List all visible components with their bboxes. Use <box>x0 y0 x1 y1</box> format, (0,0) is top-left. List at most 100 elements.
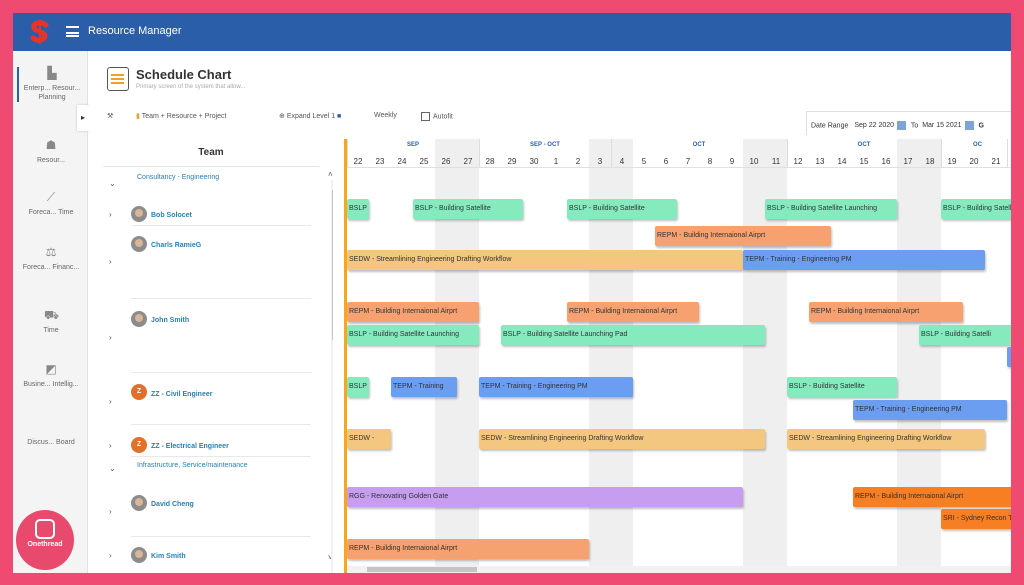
person-charls-ramieg[interactable]: Charls RamieG <box>151 242 201 249</box>
schedule-bar[interactable]: BSLP <box>347 377 369 397</box>
go-button[interactable]: G <box>978 122 983 129</box>
scrollbar-thumb[interactable] <box>332 190 333 340</box>
chevron-right-icon[interactable]: › <box>109 257 112 266</box>
schedule-bar[interactable]: REPM - Building Internaional Airprt <box>567 302 699 322</box>
chevron-right-icon[interactable]: › <box>109 507 112 516</box>
autofit-checkbox[interactable] <box>421 112 430 121</box>
sidebar-item-erp[interactable]: ▙ Enterp... Resour... Planning <box>17 67 85 102</box>
row-divider <box>131 536 311 537</box>
date-range-picker: Date Range Sep 22 2020 To Mar 15 2021 G <box>806 111 1011 135</box>
schedule-bar[interactable]: BSLP - Building Satelli <box>919 325 1011 345</box>
day-label: 23 <box>375 157 385 166</box>
collapse-sidebar-button[interactable]: ▸ <box>77 105 89 131</box>
day-column <box>677 139 699 573</box>
schedule-bar[interactable]: BSLP - Building Satellite <box>567 199 677 219</box>
date-to-field[interactable]: Mar 15 2021 <box>922 122 961 129</box>
sidebar-item-forecast-finance[interactable]: ⚖ Foreca... Financ... <box>17 246 85 272</box>
person-john-smith[interactable]: John Smith <box>151 317 189 324</box>
schedule-bar[interactable]: REPM - Building Internaional Airprt <box>809 302 963 322</box>
schedule-bar[interactable]: REPM - Building Internaional Airprt <box>655 226 831 246</box>
day-column <box>743 139 765 573</box>
horizontal-scrollbar[interactable] <box>347 566 1011 573</box>
chevron-right-icon[interactable]: › <box>109 333 112 342</box>
month-label: OC <box>973 142 982 148</box>
day-label: 4 <box>619 157 625 166</box>
row-divider <box>131 372 311 373</box>
group-by-icon: ▮ <box>136 113 140 120</box>
tools-icon[interactable]: ⚒ <box>107 112 113 120</box>
chevron-down-icon[interactable]: ⌄ <box>109 179 116 188</box>
calendar-icon[interactable] <box>964 121 974 130</box>
group-infrastructure: Infrastructure, Service/maintenance <box>137 462 248 469</box>
schedule-bar[interactable] <box>1007 347 1011 367</box>
schedule-bar[interactable]: BSLP - Building Satellite <box>413 199 523 219</box>
schedule-bar[interactable]: SEDW - Streamlining Engineering Drafting… <box>347 250 743 270</box>
schedule-bar[interactable]: BSLP <box>347 199 369 219</box>
expand-label: Expand Level 1 <box>286 113 336 120</box>
date-from-field[interactable]: Sep 22 2020 <box>854 122 894 129</box>
day-label: 14 <box>837 157 847 166</box>
scrollbar-thumb[interactable] <box>367 567 477 572</box>
schedule-bar[interactable]: SEDW - Streamlining Engineering Drafting… <box>787 429 985 449</box>
day-label: 3 <box>597 157 603 166</box>
view-selector[interactable]: Weekly <box>374 112 397 119</box>
schedule-bar[interactable]: TEPM - Training <box>391 377 457 397</box>
person-zz-electrical-engineer[interactable]: ZZ - Electrical Engineer <box>151 443 229 450</box>
sidebar: ▙ Enterp... Resour... Planning ☗ Resour...… <box>13 51 89 573</box>
people-icon: ☗ <box>45 138 57 152</box>
sidebar-item-label: Enterp... Resour... Planning <box>23 85 81 101</box>
day-label: 19 <box>947 157 957 166</box>
schedule-bar[interactable]: RGG - Renovating Golden Gate <box>347 487 743 507</box>
schedule-bar[interactable]: BSLP - Building Satellite Launching <box>347 325 479 345</box>
sidebar-item-time[interactable]: ⛟ Time <box>17 309 85 335</box>
sidebar-item-forecast-time[interactable]: ⟋ Foreca... Time <box>17 191 85 217</box>
sidebar-item-label: Resour... <box>36 157 65 164</box>
schedule-bar[interactable]: TEPM - Training - Engineering PM <box>479 377 633 397</box>
calendar-icon[interactable] <box>897 121 907 130</box>
chevron-right-icon[interactable]: › <box>109 551 112 560</box>
day-label: 28 <box>485 157 495 166</box>
person-kim-smith[interactable]: Kim Smith <box>151 553 186 560</box>
schedule-bar[interactable]: SEDW - <box>347 429 391 449</box>
group-by-selector[interactable]: ▮ Team + Resource + Project <box>136 112 227 120</box>
chevron-right-icon[interactable]: › <box>109 397 112 406</box>
expand-level-button[interactable]: ⊕ Expand Level 1 ■ <box>279 112 341 120</box>
schedule-bar[interactable]: TEPM - Training - Engineering PM <box>743 250 985 270</box>
autofit-toggle[interactable]: Autofit <box>421 112 453 121</box>
scroll-up-icon[interactable]: ˄ <box>328 170 333 179</box>
schedule-bar[interactable]: BSLP - Building Satelli <box>941 199 1011 219</box>
truck-icon: ⛟ <box>44 308 60 322</box>
sidebar-item-resources[interactable]: ☗ Resour... <box>17 139 85 165</box>
chevron-down-icon[interactable]: ⌄ <box>109 464 116 473</box>
sidebar-item-business-intelligence[interactable]: ◩ Busine... Intellig... <box>17 363 85 389</box>
schedule-bar[interactable]: REPM - Building Internaional Airprt <box>347 539 589 559</box>
avatar-initial: Z <box>136 441 142 448</box>
hamburger-menu-icon[interactable] <box>66 26 79 37</box>
avatar-initial: Z <box>136 388 142 395</box>
schedule-bar[interactable]: BSLP - Building Satellite <box>787 377 897 397</box>
person-bob-solocet[interactable]: Bob Solocet <box>151 212 192 219</box>
row-divider <box>131 456 311 457</box>
person-david-cheng[interactable]: David Cheng <box>151 501 194 508</box>
month-label: SEP <box>406 142 419 148</box>
app-logo[interactable] <box>29 20 51 44</box>
schedule-bar[interactable]: SEDW - Streamlining Engineering Drafting… <box>479 429 765 449</box>
sidebar-item-discussion-board[interactable]: Discus... Board <box>17 438 85 447</box>
vertical-scrollbar[interactable] <box>331 180 333 573</box>
app-window: Resource Manager ▙ Enterp... Resour... Pl… <box>13 13 1011 573</box>
day-label: 6 <box>663 157 669 166</box>
chevron-right-icon[interactable]: › <box>109 210 112 219</box>
sidebar-item-label: Foreca... Financ... <box>22 264 80 271</box>
color-icon: ■ <box>337 113 342 120</box>
avatar <box>131 206 147 222</box>
schedule-bar[interactable]: REPM - Building Internaional Airprt <box>347 302 479 322</box>
schedule-bar[interactable]: BSLP - Building Satellite Launching <box>765 199 897 219</box>
chevron-right-icon[interactable]: › <box>109 441 112 450</box>
schedule-bar[interactable]: TEPM - Training - Engineering PM <box>853 400 1007 420</box>
person-zz-civil-engineer[interactable]: ZZ - Civil Engineer <box>151 391 212 398</box>
schedule-bar[interactable]: REPM - Building Internaional Airprt <box>853 487 1011 507</box>
schedule-bar[interactable]: BSLP - Building Satellite Launching Pad <box>501 325 765 345</box>
avatar <box>131 236 147 252</box>
schedule-bar[interactable]: SRI - Sydney Recon T <box>941 509 1011 529</box>
page-subtitle: Primary screen of the system that allow.… <box>136 84 246 90</box>
